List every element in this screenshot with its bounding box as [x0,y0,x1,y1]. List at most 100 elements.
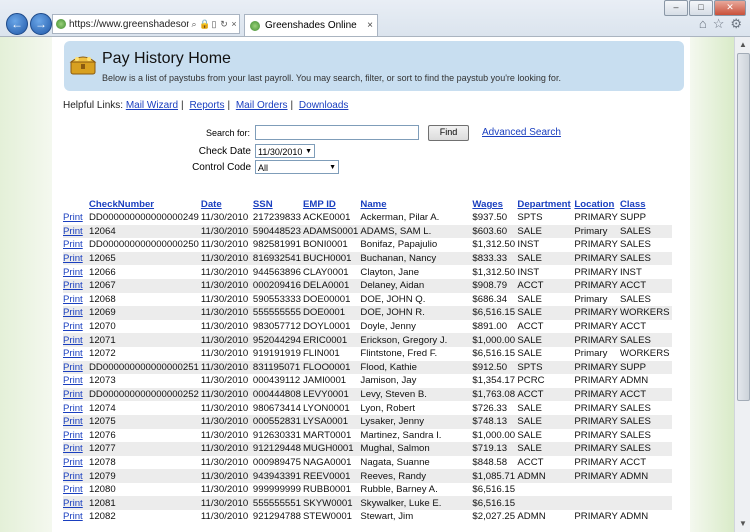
print-cell: Print [63,278,89,293]
cell-empid: LEVY0001 [302,387,361,402]
column-header-ssn[interactable]: SSN [253,198,303,211]
print-link[interactable]: Print [63,321,83,332]
cell-ssn: 944563896 [252,266,301,278]
scroll-up-icon[interactable]: ▲ [735,37,750,53]
print-cell: Print [63,510,89,524]
print-cell: Print [63,374,89,388]
gear-icon[interactable]: ⚙ [730,16,742,32]
cell-empid: SKYW0001 [302,496,361,511]
cell-ssn: 590448523 [252,224,303,239]
column-header-checknumber[interactable]: CheckNumber [89,198,201,211]
print-link[interactable]: Print [63,471,83,482]
home-icon[interactable]: ⌂ [699,16,707,32]
print-link[interactable]: Print [63,375,83,386]
back-button[interactable]: ← [6,13,28,35]
helpful-links-label: Helpful Links: [63,100,124,111]
tab-favicon-icon [250,20,260,31]
address-url[interactable]: https://www.greenshadesonl... [69,19,189,30]
cell-checknumber: 12070 [89,321,116,333]
cell-ssn: 816932541 [252,251,303,266]
tab-close-icon[interactable]: × [363,20,377,31]
forward-button[interactable]: → [30,13,52,35]
print-link[interactable]: Print [63,348,83,359]
scroll-down-icon[interactable]: ▼ [735,516,750,532]
print-link[interactable]: Print [63,484,83,495]
cell-checknumber: 12064 [89,224,201,239]
cell-ssn: 980673414 [252,402,301,414]
lock-icon[interactable]: 🔒 [199,19,210,30]
print-link[interactable]: Print [63,498,83,509]
link-mail-orders[interactable]: Mail Orders [236,100,288,111]
cell-date: 11/30/2010 [200,469,253,483]
table-row: Print 12075 11/30/2010 000552831 LYSA0001 Lys… [63,414,672,429]
cell-checknumber: DD000000000000000250 [89,239,199,251]
tab-title: Greenshades Online [265,20,357,31]
table-row: Print 12078 11/30/2010 000989475 NAGA0001 Nag… [63,456,672,470]
print-link[interactable]: Print [63,443,83,454]
print-link[interactable]: Print [63,389,83,400]
print-link[interactable]: Print [63,239,83,250]
column-header-department[interactable]: Department [517,198,574,211]
cell-date: 11/30/2010 [200,456,249,468]
check-date-select[interactable]: 11/30/2010 ▼ [255,144,315,158]
cell-name: Erickson, Gregory J. [360,333,473,347]
print-link[interactable]: Print [63,212,83,223]
print-link[interactable]: Print [63,430,83,441]
link-downloads[interactable]: Downloads [299,100,348,111]
print-cell: Print [63,211,89,225]
minimize-button[interactable]: – [664,0,688,16]
print-link[interactable]: Print [63,307,83,318]
browser-tab[interactable]: Greenshades Online × [244,14,378,36]
print-cell: Print [63,496,89,511]
print-link[interactable]: Print [63,457,83,468]
cell-location: PRIMARY [574,239,618,251]
table-row: Print 12068 11/30/2010 590553333 DOE00001 DOE… [63,293,672,307]
control-code-value: All [258,163,269,173]
search-icon[interactable]: ⌕ [189,19,199,30]
cell-name: DOE, JOHN R. [360,306,473,320]
table-row: Print 12082 11/30/2010 921294788 STEW0001 Ste… [63,510,672,524]
vertical-scrollbar[interactable]: ▲ ▼ [734,37,750,532]
control-code-select[interactable]: All ▼ [255,160,339,174]
advanced-search-link[interactable]: Advanced Search [482,127,561,138]
print-link[interactable]: Print [63,416,83,427]
table-row: Print 12071 11/30/2010 952044294 ERIC0001 Eri… [63,333,672,347]
cell-ssn: 555555551 [252,496,303,511]
print-link[interactable]: Print [63,403,83,414]
address-bar[interactable]: https://www.greenshadesonl... ⌕ 🔒 ▯ ↻ × [52,14,240,34]
print-link[interactable]: Print [63,335,83,346]
column-header-empid[interactable]: EMP ID [303,198,360,211]
favorites-star-icon[interactable]: ☆ [713,16,725,32]
refresh-icon[interactable]: ↻ [219,19,229,30]
column-header-wages[interactable]: Wages [472,198,517,211]
column-header-name[interactable]: Name [360,198,472,211]
stop-icon[interactable]: × [229,19,239,29]
search-input[interactable] [255,125,419,140]
print-link[interactable]: Print [63,294,83,305]
print-link[interactable]: Print [63,226,83,237]
cell-empid: FLOO0001 [302,360,361,375]
compat-icon[interactable]: ▯ [209,19,219,30]
cell-department: ADMN [517,469,575,483]
print-link[interactable]: Print [63,253,83,264]
print-link[interactable]: Print [63,511,83,522]
cell-department: SALE [517,402,542,414]
print-link[interactable]: Print [63,362,83,373]
find-button[interactable]: Find [428,125,469,141]
column-header-class[interactable]: Class [620,198,672,211]
link-reports[interactable]: Reports [189,100,224,111]
cell-date: 11/30/2010 [200,511,249,523]
control-code-label: Control Code [192,162,251,173]
scroll-thumb[interactable] [737,53,750,401]
link-mail-wizard[interactable]: Mail Wizard [126,100,178,111]
maximize-button[interactable]: □ [689,0,713,16]
print-link[interactable]: Print [63,267,83,278]
column-header-date[interactable]: Date [201,198,253,211]
treasure-chest-icon [69,56,97,75]
table-row: Print 12074 11/30/2010 980673414 LYON0001 Lyo… [63,401,672,415]
close-window-button[interactable]: ✕ [714,0,746,16]
cell-class: SALES [619,239,651,251]
column-header-location[interactable]: Location [574,198,620,211]
print-link[interactable]: Print [63,280,83,291]
page-content: Pay History Home Below is a list of pays… [54,37,690,532]
